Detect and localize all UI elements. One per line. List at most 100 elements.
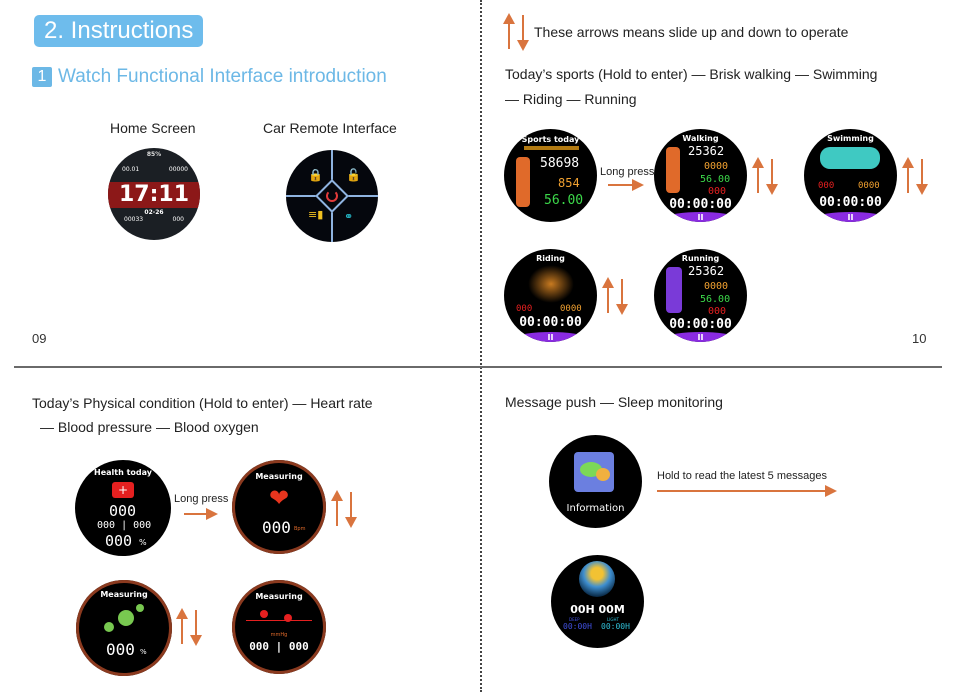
headlight-icon[interactable]: ≡▮ [308, 208, 323, 221]
heart-rate-value: 000 [109, 502, 137, 520]
information-watch[interactable]: Information [549, 435, 642, 528]
long-press-label: Long press [600, 166, 655, 178]
blood-pressure-value: 000 | 000 [97, 520, 152, 531]
car-remote-label: Car Remote Interface [263, 120, 397, 136]
sports-line-1: Today’s sports (Hold to enter) — Brisk w… [505, 66, 878, 82]
kcal-value: 854 [558, 176, 580, 190]
home-screen-label: Home Screen [110, 120, 196, 136]
pulse-line [246, 620, 312, 621]
percent-unit: % [140, 648, 147, 656]
sports-today-watch[interactable]: Sports today 58698 854 56.00 [504, 129, 597, 222]
date: 02-26 [144, 209, 164, 216]
bpm-value: 000 [516, 304, 533, 314]
steps-value: 00033 [124, 216, 144, 223]
unlock-icon[interactable]: 🔓 [346, 168, 361, 182]
walker-figure [516, 157, 530, 207]
engine-start-icon[interactable] [326, 190, 338, 202]
car-trunk-icon[interactable]: ⚭ [344, 210, 353, 223]
steps-value: 58698 [540, 156, 580, 171]
home-screen-watch: 85% 00.01 00000 17:11 02-26 00033 000 [108, 148, 200, 240]
watch-title: Riding [536, 254, 565, 263]
blood-pressure-value: 000 | 000 [249, 640, 309, 653]
long-press-arrow [608, 179, 644, 191]
distance-value: 00.01 [122, 166, 140, 173]
blood-pressure-measuring-watch[interactable]: Measuring mmHg 000 | 000 [232, 580, 326, 674]
pause-button[interactable]: II [667, 211, 734, 222]
light-sleep-value: 00:00H [601, 622, 630, 631]
steps-value: 25362 [688, 264, 725, 278]
timer: 00:00:00 [519, 315, 582, 330]
bpm-value: 000 [172, 216, 184, 223]
information-label: Information [566, 503, 625, 514]
cyclist-image [528, 265, 574, 303]
pause-button[interactable]: II [667, 331, 734, 342]
pause-button[interactable]: II [817, 211, 884, 222]
slide-arrows-icon [752, 157, 778, 195]
message-app-icon [574, 452, 614, 492]
page-divider-horizontal [14, 366, 942, 368]
swimming-watch[interactable]: Swimming 000 0000 00:00:00 II [804, 129, 897, 222]
hearts-icon: ❤ [268, 484, 290, 512]
bpm-value: 000 [708, 186, 727, 197]
subsection-number: 1 [32, 67, 52, 87]
bpm-value: 000 [818, 181, 835, 191]
arrows-legend: These arrows means slide up and down to … [534, 24, 849, 40]
running-watch[interactable]: Running 25362 0000 56.00 000 00:00:00 II [654, 249, 747, 342]
km-value: 56.00 [544, 193, 584, 208]
subsection-heading: 1 Watch Functional Interface introductio… [32, 66, 387, 88]
sleep-total: 00H 00M [570, 603, 625, 616]
kcal-value: 0000 [560, 304, 582, 314]
timer: 00:00:00 [819, 195, 882, 210]
timer: 00:00:00 [669, 317, 732, 332]
bpm-unit: Bpm [294, 526, 306, 532]
blood-oxygen-measuring-watch[interactable]: Measuring 000 % [76, 580, 172, 676]
sports-line-2: — Riding — Running [505, 91, 637, 107]
timer: 00:00:00 [669, 197, 732, 212]
slide-arrows-icon [602, 277, 628, 315]
clock-time: 17:11 [118, 182, 190, 207]
car-remote-watch: 🔒 🔓 ≡▮ ⚭ [286, 150, 378, 242]
oxygen-bubbles [118, 610, 134, 626]
slide-arrows-icon [331, 490, 357, 528]
lock-icon[interactable]: 🔒 [308, 168, 323, 182]
kcal-value: 0000 [704, 161, 729, 172]
hold-arrow [657, 485, 837, 497]
watch-title: Sports today [521, 135, 580, 144]
kcal-value: 0000 [704, 281, 729, 292]
steps-value: 25362 [688, 144, 725, 158]
page-number-left: 09 [32, 331, 47, 346]
health-today-watch[interactable]: Health today + 000 000 | 000 000 % [75, 460, 171, 556]
watch-title: Running [681, 254, 720, 263]
physical-line-2: — Blood pressure — Blood oxygen [40, 419, 259, 435]
watch-title: Measuring [255, 592, 303, 601]
physical-line-1: Today’s Physical condition (Hold to ente… [32, 395, 373, 411]
km-value: 56.00 [700, 294, 731, 305]
riding-watch[interactable]: Riding 000 0000 00:00:00 II [504, 249, 597, 342]
watch-title: Swimming [827, 134, 874, 143]
long-press-arrow [184, 508, 218, 520]
watch-title: Health today [94, 468, 152, 477]
slide-arrows-icon [176, 608, 202, 646]
watch-title: Measuring [255, 472, 303, 481]
walking-watch[interactable]: Walking 25362 0000 56.00 000 00:00:00 II [654, 129, 747, 222]
slide-arrows-icon [902, 157, 928, 195]
heart-rate-measuring-watch[interactable]: Measuring ❤ 000 Bpm [232, 460, 326, 554]
section-title: 2. Instructions [34, 15, 204, 47]
battery-level: 85% [146, 151, 162, 158]
spo2-unit: % [139, 538, 147, 547]
slide-arrows-icon [503, 13, 529, 51]
blood-oxygen-value: 000 [106, 640, 135, 659]
deep-sleep-value: 00:00H [563, 622, 592, 631]
kcal-value: 0000 [858, 181, 880, 191]
blood-oxygen-value: 000 [105, 532, 133, 550]
sleep-watch[interactable]: 00H 00M DEEP 00:00H LIGHT 00:00H [551, 555, 644, 648]
mmhg-unit: mmHg [270, 632, 288, 638]
moon-globe-icon [579, 561, 615, 597]
km-value: 56.00 [700, 174, 731, 185]
kcal-value: 00000 [168, 166, 188, 173]
pause-button[interactable]: II [517, 331, 584, 342]
bpm-value: 000 [708, 306, 727, 317]
watch-title: Walking [682, 134, 719, 143]
medical-kit-icon: + [112, 482, 134, 498]
subsection-title: Watch Functional Interface introduction [58, 66, 387, 87]
